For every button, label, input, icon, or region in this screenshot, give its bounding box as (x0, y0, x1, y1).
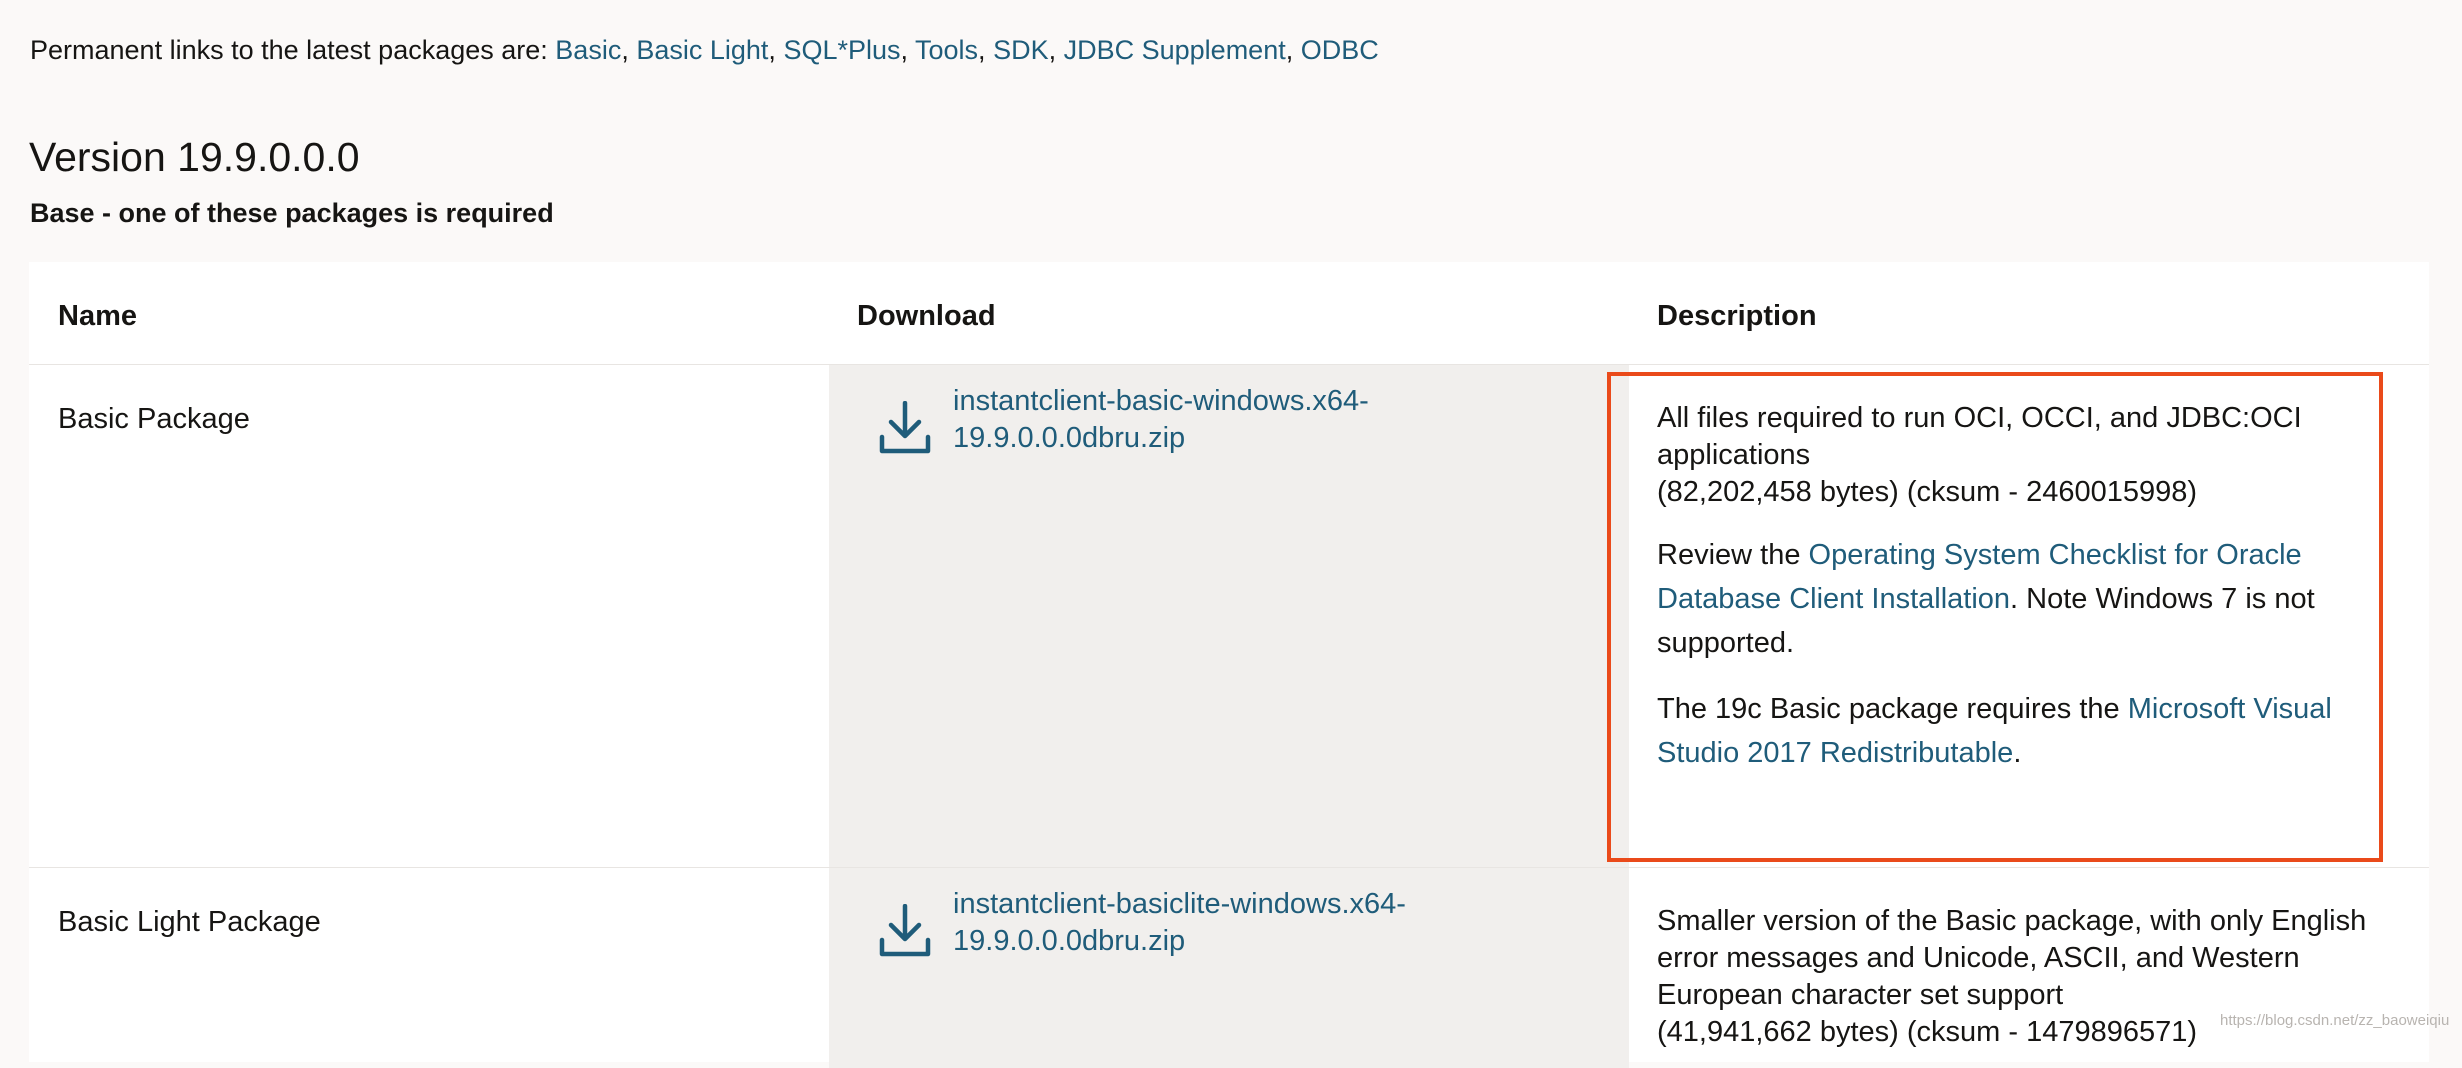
table-header-row: Name Download Description (29, 262, 2429, 365)
download-cell: instantclient-basic-windows.x64-19.9.0.0… (829, 365, 1629, 867)
link-odbc[interactable]: ODBC (1301, 35, 1379, 65)
package-description: All files required to run OCI, OCCI, and… (1657, 400, 2367, 775)
package-size: (41,941,662 bytes) (cksum - 1479896571) (1657, 1016, 2198, 1048)
link-sdk[interactable]: SDK (993, 35, 1049, 65)
download-link-basic[interactable]: instantclient-basic-windows.x64-19.9.0.0… (953, 383, 1473, 457)
table-row-basic-light-package: Basic Light Package instantclient-basicl… (29, 868, 2429, 1068)
download-icon[interactable] (879, 904, 931, 958)
link-jdbc-supplement[interactable]: JDBC Supplement (1064, 35, 1286, 65)
watermark-text: https://blog.csdn.net/zz_baoweiqiu (2220, 1012, 2450, 1029)
download-icon[interactable] (879, 401, 931, 455)
permanent-links-line: Permanent links to the latest packages a… (30, 35, 1379, 65)
description-text: All files required to run OCI, OCCI, and… (1657, 402, 2302, 508)
package-name: Basic Light Package (58, 906, 321, 938)
link-basic-light[interactable]: Basic Light (636, 35, 768, 65)
link-basic[interactable]: Basic (555, 35, 621, 65)
download-link-basiclite[interactable]: instantclient-basiclite-windows.x64-19.9… (953, 886, 1473, 960)
download-cell: instantclient-basiclite-windows.x64-19.9… (829, 868, 1629, 1068)
link-sqlplus[interactable]: SQL*Plus (783, 35, 900, 65)
column-header-download: Download (857, 300, 996, 332)
review-checklist-text: Review the Operating System Checklist fo… (1657, 539, 2315, 659)
permanent-links-label: Permanent links to the latest packages a… (30, 35, 556, 65)
column-header-description: Description (1657, 300, 1817, 332)
vs-requirement-text: The 19c Basic package requires the Micro… (1657, 693, 2332, 769)
base-packages-subheading: Base - one of these packages is required (30, 198, 554, 228)
packages-table: Name Download Description Basic Package … (29, 262, 2429, 1068)
column-header-name: Name (58, 300, 137, 332)
package-size: (82,202,458 bytes) (cksum - 2460015998) (1657, 476, 2198, 508)
version-title: Version 19.9.0.0.0 (29, 134, 360, 180)
link-tools[interactable]: Tools (915, 35, 978, 65)
package-name: Basic Package (58, 403, 250, 435)
table-row-basic-package: Basic Package instantclient-basic-window… (29, 365, 2429, 868)
